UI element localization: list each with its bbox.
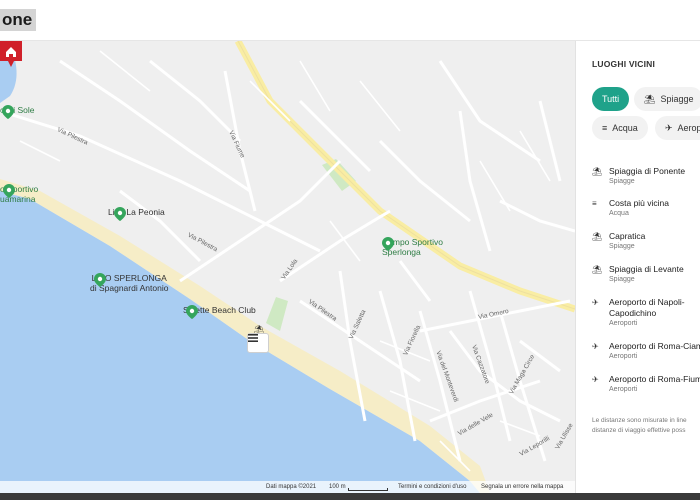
- airplane-icon: ✈: [592, 342, 599, 351]
- place-name: Aeroporto di Roma-Fium: [609, 374, 700, 384]
- filter-label: Aeroporti: [677, 123, 700, 133]
- panel-title: LUOGHI VICINI: [592, 59, 656, 69]
- header: one: [0, 0, 700, 41]
- location-pin-icon: [382, 237, 394, 251]
- poi-di-sole[interactable]: o Di Sole: [0, 105, 35, 119]
- place-item[interactable]: ✈ Aeroporto di Roma-Ciam Aeroporti: [592, 341, 700, 362]
- distance-note-line: Le distanze sono misurate in line: [592, 417, 687, 424]
- poi-salette-beach-club[interactable]: Salette Beach Club: [183, 305, 256, 319]
- beach-icon: ⛱: [592, 232, 603, 241]
- filter-label: Spiagge: [660, 94, 694, 104]
- location-pin-icon: [94, 273, 106, 287]
- filter-acqua[interactable]: ≡ Acqua: [592, 116, 648, 140]
- place-item[interactable]: ✈ Aeroporto di Napoli- Capodichino Aeropor…: [592, 297, 700, 329]
- water-icon: [248, 334, 258, 342]
- filter-spiagge[interactable]: ⛱ Spiagge: [634, 87, 700, 111]
- place-category: Aeroporti: [609, 320, 638, 327]
- water-icon: ≡: [602, 123, 608, 133]
- place-name: Costa più vicina: [609, 198, 670, 208]
- place-item[interactable]: ⛱ Spiaggia di Ponente Spiagge: [592, 166, 700, 187]
- place-name: Aeroporto di Roma-Ciam: [609, 341, 700, 351]
- home-marker-icon[interactable]: [0, 41, 22, 67]
- airplane-icon: ✈: [665, 122, 673, 133]
- beach-club-green: [266, 297, 288, 331]
- map-terms-link[interactable]: Termini e condizioni d'uso: [398, 484, 467, 490]
- airplane-icon: ✈: [592, 298, 599, 307]
- page-title: one: [0, 9, 37, 31]
- filter-label: Acqua: [612, 123, 638, 133]
- place-item[interactable]: ⛱ Spiaggia di Levante Spiagge: [592, 264, 700, 285]
- place-category: Aeroporti: [609, 386, 638, 393]
- place-category: Spiagge: [609, 243, 635, 250]
- page: one o Di Sole Via Pilestra Via Fiume o S…: [0, 0, 700, 500]
- poi-campo-sportivo-sperlonga[interactable]: Campo Sportivo Sperlonga: [382, 237, 443, 257]
- place-category: Aeroporti: [609, 353, 638, 360]
- map-scale-label: 100 m: [329, 484, 346, 490]
- place-category: Acqua: [609, 210, 629, 217]
- poi-campo-sportivo-left[interactable]: o Sportivo uamarina: [0, 184, 38, 204]
- distance-note: Le distanze sono misurate in line distan…: [592, 416, 687, 436]
- poi-lido-peonia[interactable]: Lido La Peonia: [108, 207, 165, 221]
- place-item[interactable]: ⛱ Capratica Spiagge: [592, 231, 700, 252]
- beach-icon: ⛱: [592, 265, 603, 274]
- poi-lido-sperlonga[interactable]: LIDO SPERLONGA di Spagnardi Antonio: [90, 273, 168, 293]
- bottom-strip: [0, 493, 700, 500]
- beach-icon: ⛱: [644, 93, 656, 104]
- location-pin-icon: [186, 305, 198, 319]
- place-name: Spiaggia di Levante: [609, 264, 684, 274]
- place-category: Spiagge: [609, 178, 635, 185]
- location-pin-icon: [3, 184, 15, 198]
- place-name: Spiaggia di Ponente: [609, 166, 686, 176]
- filter-aeroporti[interactable]: ✈ Aeroporti: [655, 116, 700, 140]
- place-item[interactable]: ≡ Costa più vicina Acqua: [592, 198, 700, 219]
- location-pin-icon: [2, 105, 14, 119]
- distance-note-line: distanze di viaggio effettive poss: [592, 427, 686, 434]
- nearby-places-panel: LUOGHI VICINI Tutti ⛱ Spiagge ≡ Acqua ✈ …: [575, 41, 700, 493]
- map-scale-bar: [348, 488, 388, 491]
- map-data-credit: Dati mappa ©2021: [266, 484, 317, 490]
- place-item[interactable]: ✈ Aeroporto di Roma-Fium Aeroporti: [592, 374, 700, 395]
- filter-tutti[interactable]: Tutti: [592, 87, 630, 111]
- filter-label: Tutti: [602, 94, 620, 104]
- water-icon: ≡: [592, 199, 597, 208]
- place-name: Aeroporto di Napoli-: [609, 297, 685, 307]
- map-report-link[interactable]: Segnala un errore nella mappa: [481, 484, 563, 490]
- airplane-icon: ✈: [592, 375, 599, 384]
- place-category: Spiagge: [609, 276, 635, 283]
- water-marker[interactable]: [247, 333, 269, 353]
- location-pin-icon: [114, 207, 126, 221]
- place-name: Capratica: [609, 231, 646, 241]
- map[interactable]: o Di Sole Via Pilestra Via Fiume o Sport…: [0, 41, 575, 493]
- map-footer: Dati mappa ©2021 100 m Termini e condizi…: [0, 481, 575, 493]
- place-name-line2: Capodichino: [609, 308, 657, 318]
- beach-icon: ⛱: [592, 167, 603, 176]
